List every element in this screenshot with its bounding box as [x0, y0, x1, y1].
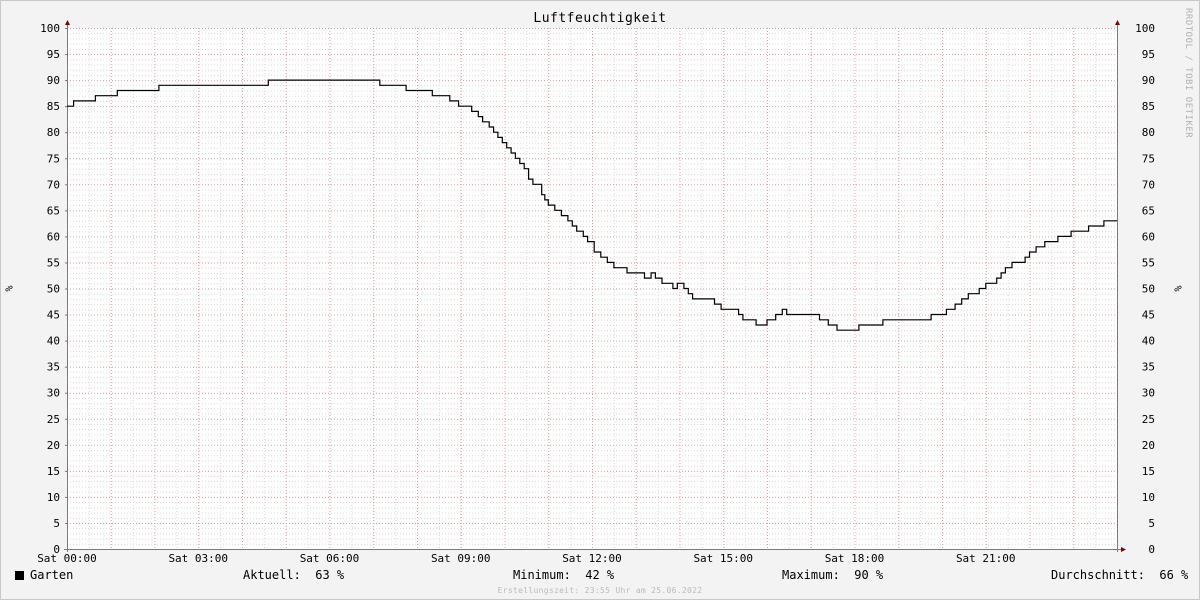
legend-min-label: Minimum:	[513, 568, 571, 582]
x-tick-label: Sat 18:00	[825, 552, 885, 565]
y-tick-label-right: 70	[1142, 178, 1155, 191]
x-tick-label: Sat 12:00	[562, 552, 622, 565]
legend-max-value: 90 %	[854, 568, 884, 582]
y-tick-label-left: 60	[47, 230, 60, 243]
x-tick-label: Sat 06:00	[300, 552, 360, 565]
legend-maximum: Maximum: 90 %	[782, 568, 883, 582]
y-tick-label-left: 30	[47, 387, 60, 400]
legend-series: Garten	[15, 568, 73, 582]
legend-max-label: Maximum:	[782, 568, 840, 582]
legend-minimum: Minimum: 42 %	[513, 568, 614, 582]
y-tick-label-left: 80	[47, 126, 60, 139]
y-tick-label-left: 10	[47, 491, 60, 504]
y-tick-label-left: 55	[47, 256, 60, 269]
x-axis-arrow	[1121, 547, 1126, 552]
y-tick-label-right: 80	[1142, 126, 1155, 139]
y-axis-arrow-right	[1115, 20, 1120, 25]
y-tick-label-right: 95	[1142, 48, 1155, 61]
y-tick-label-left: 95	[47, 48, 60, 61]
y-tick-label-right: 40	[1142, 335, 1155, 348]
y-tick-label-left: 25	[47, 413, 60, 426]
x-tick-label: Sat 00:00	[37, 552, 97, 565]
y-tick-label-right: 5	[1148, 517, 1155, 530]
legend-current-label: Aktuell:	[243, 568, 301, 582]
y-tick-label-right: 60	[1142, 230, 1155, 243]
y-tick-label-left: 45	[47, 309, 60, 322]
y-tick-label-right: 20	[1142, 439, 1155, 452]
y-tick-label-right: 90	[1142, 74, 1155, 87]
y-tick-label-left: 90	[47, 74, 60, 87]
y-tick-label-left: 35	[47, 361, 60, 374]
legend-current-value: 63 %	[315, 568, 345, 582]
y-tick-label-right: 45	[1142, 309, 1155, 322]
y-tick-label-left: 70	[47, 178, 60, 191]
y-tick-label-right: 55	[1142, 256, 1155, 269]
legend-min-value: 42 %	[585, 568, 615, 582]
legend-avg-value: 66 %	[1159, 568, 1189, 582]
y-tick-label-left: 85	[47, 100, 60, 113]
chart-plot: 0 05 510 1015 1520 2025 2530 3035 3540 4045 4550 50…	[37, 20, 1155, 565]
y-tick-label-left: 100	[40, 22, 60, 35]
y-axis-arrow-left	[65, 20, 70, 25]
footer-timestamp: Erstellungszeit: 23:55 Uhr am 25.06.2022	[497, 586, 703, 595]
y-tick-label-right: 65	[1142, 204, 1155, 217]
y-tick-label-right: 30	[1142, 387, 1155, 400]
x-tick-label: Sat 03:00	[168, 552, 228, 565]
y-tick-label-left: 5	[53, 517, 60, 530]
x-tick-label: Sat 09:00	[431, 552, 491, 565]
y-tick-label-right: 100	[1135, 22, 1155, 35]
legend-swatch	[15, 571, 24, 580]
y-tick-label-right: 25	[1142, 413, 1155, 426]
y-tick-label-left: 65	[47, 204, 60, 217]
y-tick-label-right: 15	[1142, 465, 1155, 478]
x-tick-label: Sat 21:00	[956, 552, 1016, 565]
y-tick-label-left: 50	[47, 283, 60, 296]
y-tick-label-left: 40	[47, 335, 60, 348]
legend-avg-label: Durchschnitt:	[1051, 568, 1145, 582]
y-tick-label-right: 75	[1142, 152, 1155, 165]
y-tick-label-right: 10	[1142, 491, 1155, 504]
legend-average: Durchschnitt: 66 %	[1051, 568, 1188, 582]
x-tick-label: Sat 15:00	[693, 552, 753, 565]
y-tick-label-right: 50	[1142, 283, 1155, 296]
y-tick-label-right: 85	[1142, 100, 1155, 113]
legend-series-name: Garten	[30, 568, 74, 582]
y-tick-label-left: 15	[47, 465, 60, 478]
legend-current: Aktuell: 63 %	[243, 568, 344, 582]
y-tick-label-left: 75	[47, 152, 60, 165]
y-tick-label-left: 20	[47, 439, 60, 452]
y-tick-label-right: 0	[1148, 543, 1155, 556]
y-tick-label-right: 35	[1142, 361, 1155, 374]
